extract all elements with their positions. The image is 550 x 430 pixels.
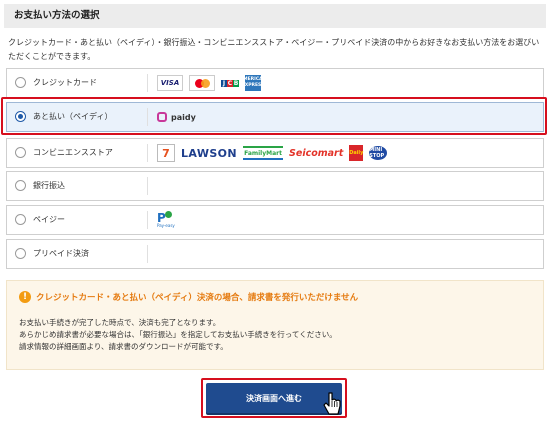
pointer-cursor-icon <box>323 392 341 415</box>
payment-option-paidy[interactable]: あと払い（ペイディ） paidy <box>6 102 544 132</box>
invoice-notice: ! クレジットカード・あと払い（ペイディ）決済の場合、請求書を発行いただけません… <box>6 280 544 370</box>
radio-paidy[interactable] <box>15 111 26 122</box>
notice-line: お支払い手続きが完了した時点で、決済も完了となります。 <box>19 318 221 327</box>
ministop-logo: MINI STOP <box>369 146 388 160</box>
mastercard-logo <box>189 75 215 91</box>
store-logos: 7 LAWSON FamilyMart Seicomart Daily MINI… <box>157 139 388 167</box>
notice-line: 請求情報の詳細画面より、請求書のダウンロードが可能です。 <box>19 342 228 351</box>
payment-option-payeasy[interactable]: ペイジー P Pay-easy <box>6 205 544 235</box>
option-label: プリペイド決済 <box>33 249 89 258</box>
warning-icon: ! <box>19 291 31 303</box>
option-label: 銀行振込 <box>33 181 65 190</box>
notice-line: あらかじめ請求書が必要な場合は、「銀行振込」を指定してお支払い手続きを行ってくだ… <box>19 330 337 339</box>
jcb-logo: JCB <box>221 79 239 87</box>
divider <box>147 74 148 92</box>
divider <box>147 211 148 229</box>
payment-option-convenience-store[interactable]: コンビニエンスストア 7 LAWSON FamilyMart Seicomart… <box>6 138 544 168</box>
payment-option-bank-transfer[interactable]: 銀行振込 <box>6 171 544 201</box>
payment-option-credit-card[interactable]: クレジットカード VISA JCB AMERICAN EXPRESS <box>6 68 544 98</box>
seven-eleven-logo: 7 <box>157 144 175 162</box>
notice-body: お支払い手続きが完了した時点で、決済も完了となります。 あらかじめ請求書が必要な… <box>19 317 337 353</box>
section-title: お支払い方法の選択 <box>14 10 100 21</box>
radio-payeasy[interactable] <box>15 214 26 225</box>
notice-title: ! クレジットカード・あと払い（ペイディ）決済の場合、請求書を発行いただけません <box>19 291 358 303</box>
divider <box>147 108 148 126</box>
option-label: クレジットカード <box>33 78 97 87</box>
option-label: あと払い（ペイディ） <box>33 112 113 121</box>
paidy-logos: paidy <box>157 103 196 131</box>
familymart-logo: FamilyMart <box>243 146 284 160</box>
daily-yamazaki-logo: Daily <box>349 145 363 161</box>
intro-text: クレジットカード・あと払い（ペイディ）・銀行振込・コンビニエンスストア・ペイジー… <box>8 38 540 61</box>
notice-title-text: クレジットカード・あと払い（ペイディ）決済の場合、請求書を発行いただけません <box>36 293 359 303</box>
visa-logo: VISA <box>157 75 183 91</box>
option-label: ペイジー <box>33 215 65 224</box>
card-logos: VISA JCB AMERICAN EXPRESS <box>157 69 266 97</box>
radio-prepaid[interactable] <box>15 248 26 259</box>
paidy-logo: paidy <box>157 112 196 122</box>
payeasy-logos: P Pay-easy <box>157 206 175 234</box>
amex-logo: AMERICAN EXPRESS <box>240 75 266 91</box>
option-label: コンビニエンスストア <box>33 148 113 157</box>
divider <box>147 245 148 263</box>
radio-convenience-store[interactable] <box>15 147 26 158</box>
lawson-logo: LAWSON <box>181 146 238 160</box>
radio-bank-transfer[interactable] <box>15 180 26 191</box>
payeasy-logo: P Pay-easy <box>157 211 175 228</box>
divider <box>147 177 148 195</box>
radio-credit-card[interactable] <box>15 77 26 88</box>
section-header: お支払い方法の選択 <box>4 4 546 28</box>
seicomart-logo: Seicomart <box>289 147 344 159</box>
divider <box>147 144 148 162</box>
paidy-mark-icon <box>157 112 167 122</box>
payment-option-prepaid[interactable]: プリペイド決済 <box>6 239 544 269</box>
